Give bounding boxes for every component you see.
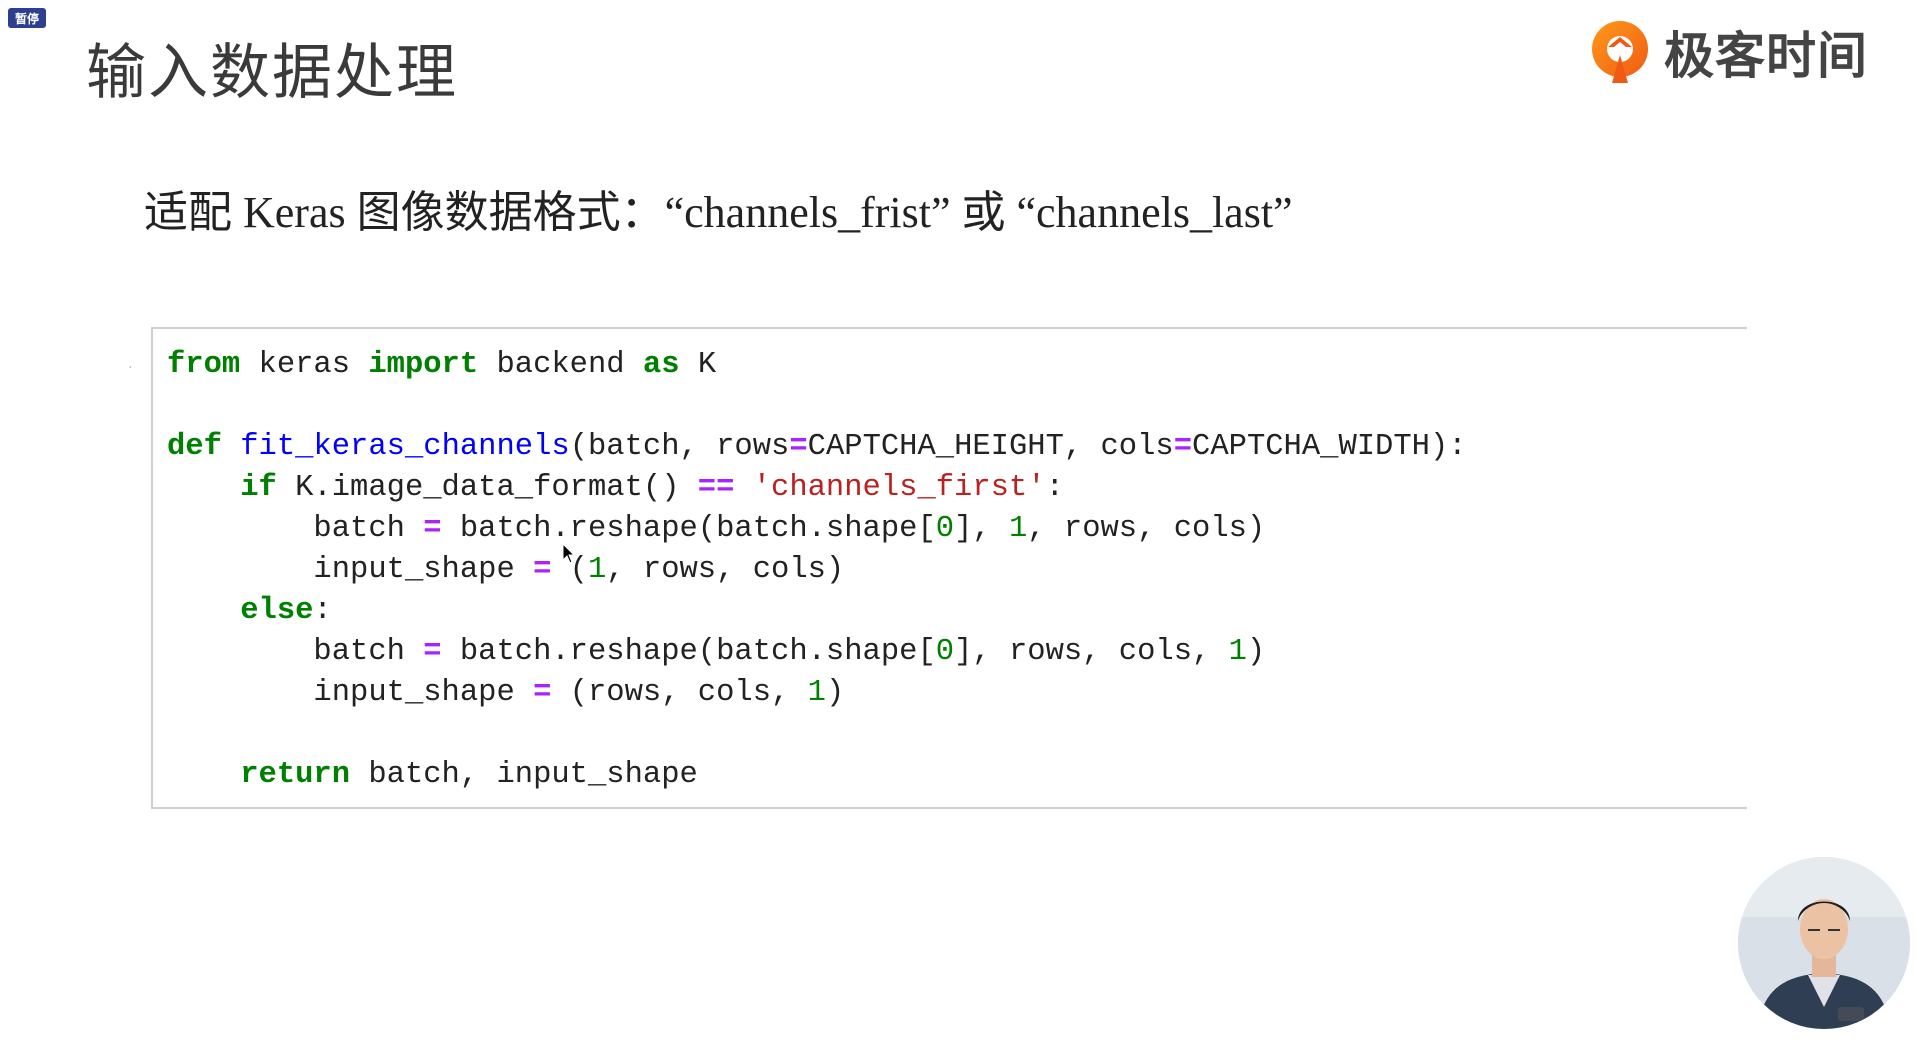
code-token: (rows, cols, [551,676,808,710]
code-token: ) [825,676,845,710]
code-line: batch = batch.reshape(batch.shape[0], 1,… [167,512,1265,546]
code-token: , rows, cols) [606,553,845,587]
code-token: K [679,348,717,382]
code-token: 'channels_first' [752,471,1046,505]
slide-subtitle: 适配 Keras 图像数据格式：“channels_frist” 或 “chan… [144,188,1293,237]
code-token: 0 [935,512,955,546]
code-token: input_shape [167,553,534,587]
brand-logo: 极客时间 [1588,16,1868,88]
code-line: input_shape = (1, rows, cols) [167,553,844,587]
code-token: , rows, cols) [1027,512,1266,546]
code-token: = [533,553,552,587]
code-token: if [240,471,277,505]
presenter-webcam [1738,857,1910,1029]
code-token: = [1173,430,1193,464]
code-token: batch [167,635,424,669]
code-line: return batch, input_shape [167,758,698,792]
code-token: CAPTCHA_HEIGHT, cols [807,430,1174,464]
code-token: batch.reshape(batch.shape[ [441,512,936,546]
code-token: = [789,430,808,464]
code-token: batch [167,512,424,546]
presenter-avatar [1738,857,1910,1029]
code-cell[interactable]: from keras import backend as K def fit_k… [151,327,1747,809]
code-token: else [240,594,314,628]
code-token: return [240,758,351,792]
code-line: batch = batch.reshape(batch.shape[0], ro… [167,635,1265,669]
code-token: = [423,512,442,546]
cell-marker: · [128,360,133,376]
code-token: 1 [1228,635,1247,669]
code-block: from keras import backend as K def fit_k… [167,345,1467,796]
code-line: input_shape = (rows, cols, 1) [167,676,844,710]
code-token: 1 [807,676,826,710]
code-line: def fit_keras_channels(batch, rows=CAPTC… [167,430,1467,464]
code-token: backend [478,348,643,382]
code-line: from keras import backend as K [167,348,716,382]
code-token: fit_keras_channels [240,430,570,464]
code-token: import [368,348,479,382]
code-token: ], [954,512,1009,546]
code-token: (batch, rows [569,430,790,464]
code-token: from [167,348,241,382]
code-line: else: [167,594,332,628]
page-title: 输入数据处理 [86,38,458,108]
geektime-logo-icon [1592,21,1648,83]
code-token: 0 [935,635,955,669]
code-token: def [167,430,222,464]
code-token: 1 [587,553,607,587]
code-token: == [697,471,735,505]
pause-button[interactable]: 暂停 [8,8,46,28]
code-token: batch, input_shape [350,758,698,792]
code-token: as [642,348,680,382]
code-token: keras [240,348,369,382]
code-token: 1 [1008,512,1028,546]
code-token: = [533,676,552,710]
code-token: batch.reshape(batch.shape[ [441,635,936,669]
code-token: K.image_data_format() [276,471,698,505]
code-token: : [1045,471,1064,505]
code-token: ], rows, cols, [954,635,1229,669]
logo-text: 极客时间 [1664,27,1868,85]
code-token: input_shape [167,676,534,710]
code-token: CAPTCHA_WIDTH): [1192,430,1467,464]
mouse-cursor-icon [562,543,576,564]
code-token: = [423,635,442,669]
code-token: : [313,594,332,628]
code-token: ) [1246,635,1266,669]
code-line: if K.image_data_format() == 'channels_fi… [167,471,1064,505]
